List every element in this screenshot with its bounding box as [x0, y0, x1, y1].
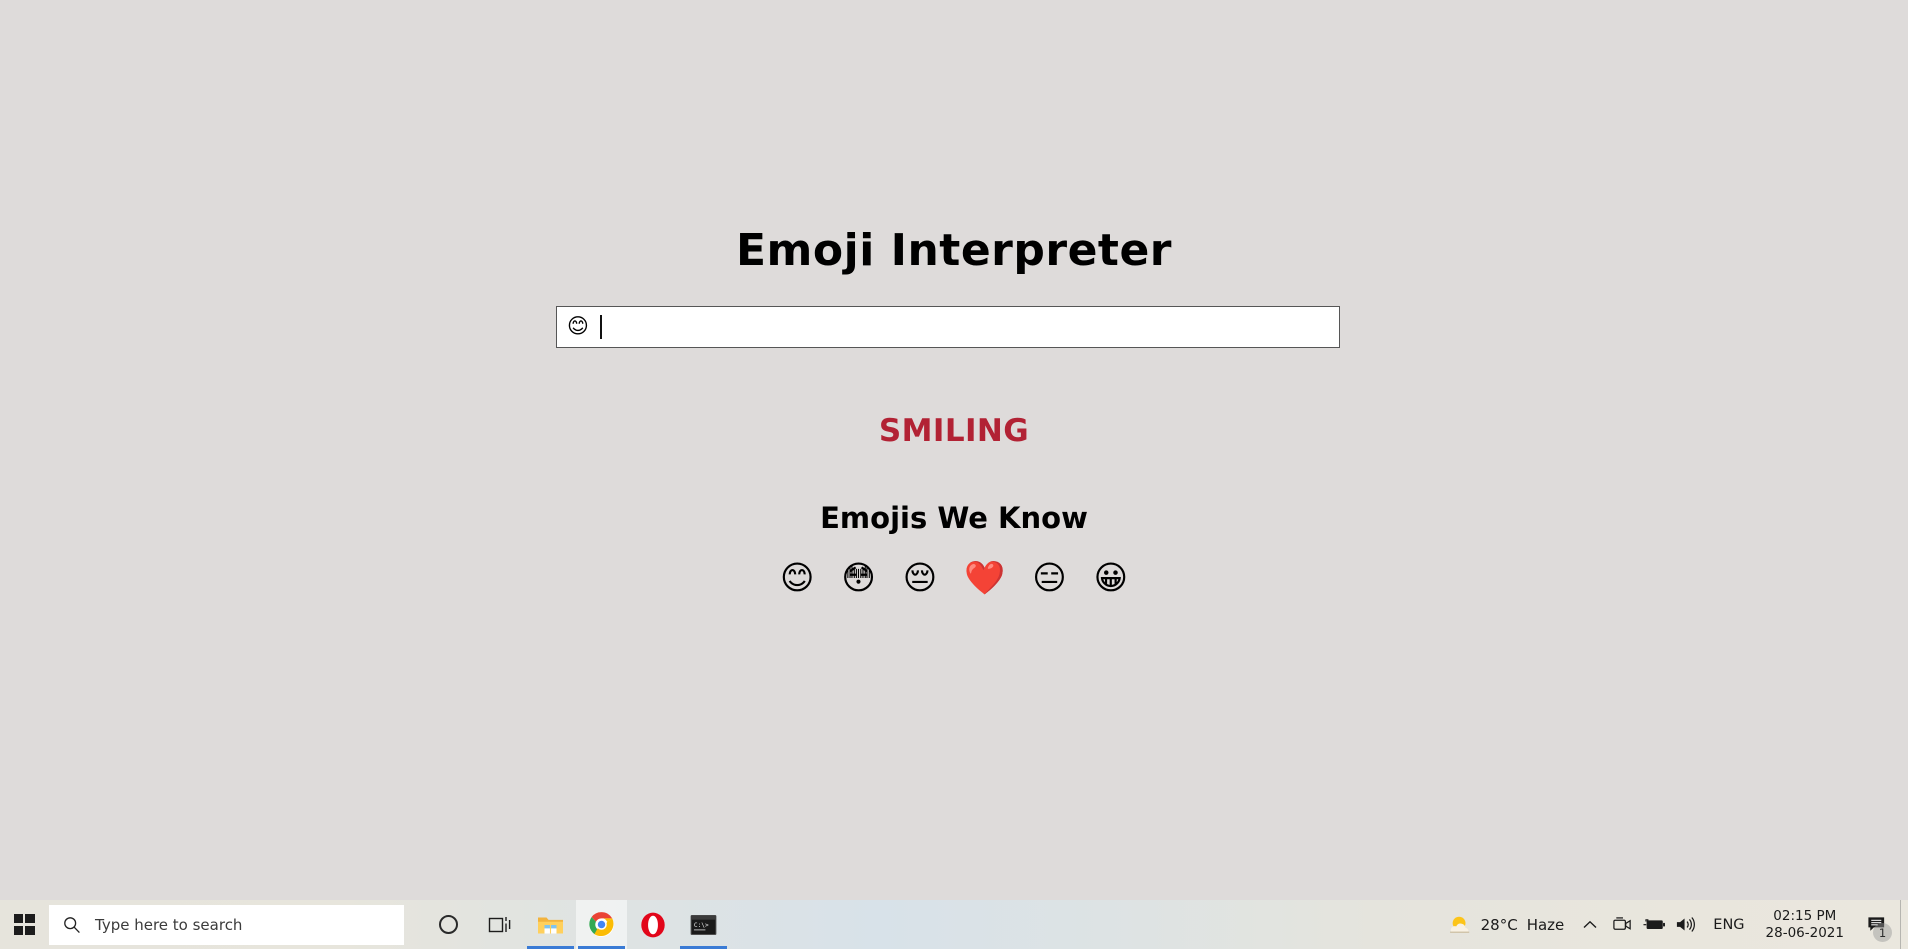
- notifications-count-badge: 1: [1873, 923, 1892, 942]
- page-title: Emoji Interpreter: [736, 225, 1172, 276]
- clock[interactable]: 02:15 PM 28-06-2021: [1756, 900, 1854, 949]
- known-emoji-flushed-face[interactable]: 😳: [841, 558, 875, 598]
- cortana-icon: [439, 915, 458, 934]
- volume-tray-button[interactable]: [1670, 900, 1702, 949]
- text-cursor: [600, 315, 602, 339]
- clock-date: 28-06-2021: [1765, 924, 1844, 941]
- file-explorer-icon: [538, 917, 563, 934]
- search-icon: [49, 916, 95, 934]
- webcam-tray-button[interactable]: [1606, 900, 1638, 949]
- show-hidden-icons-button[interactable]: [1574, 900, 1606, 949]
- taskbar-search-box[interactable]: Type here to search: [49, 904, 404, 945]
- weather-widget[interactable]: 28°C Haze: [1442, 900, 1575, 949]
- language-indicator[interactable]: ENG: [1702, 900, 1755, 949]
- windows-taskbar: Type here to search C:\> 28°C Haze ENG 0…: [0, 900, 1908, 949]
- windows-logo-icon: [13, 914, 35, 935]
- opera-button[interactable]: [627, 900, 678, 949]
- command-prompt-icon: C:\>: [690, 914, 717, 935]
- known-emojis-list: 😊 😳 😔 ❤️ 😑 😀: [0, 558, 1908, 598]
- chevron-up-icon: [1583, 920, 1597, 928]
- cortana-button[interactable]: [423, 900, 474, 949]
- webcam-icon: [1613, 917, 1631, 930]
- file-explorer-button[interactable]: [525, 900, 576, 949]
- battery-tray-button[interactable]: [1638, 900, 1670, 949]
- system-tray: 28°C Haze ENG 02:15 PM 28-06-2021 1: [1442, 900, 1908, 949]
- google-chrome-icon: [589, 912, 614, 937]
- emoji-input-value: 😊: [567, 314, 589, 338]
- known-emoji-grinning-face[interactable]: 😀: [1094, 558, 1128, 598]
- notifications-button[interactable]: 1: [1854, 900, 1900, 949]
- battery-charging-icon: [1643, 919, 1666, 930]
- known-emoji-expressionless-face[interactable]: 😑: [1032, 558, 1066, 598]
- task-view-icon: [488, 916, 510, 932]
- google-chrome-button[interactable]: [576, 900, 627, 949]
- svg-text:C:\>: C:\>: [694, 921, 709, 928]
- clock-time: 02:15 PM: [1773, 907, 1837, 924]
- command-prompt-button[interactable]: C:\>: [678, 900, 729, 949]
- task-view-button[interactable]: [474, 900, 525, 949]
- emoji-meaning-result: SMILING: [878, 413, 1030, 449]
- known-emoji-pensive-face[interactable]: 😔: [903, 558, 937, 598]
- start-button[interactable]: [0, 900, 48, 949]
- search-placeholder-text: Type here to search: [95, 915, 243, 934]
- known-emoji-smiling-face-with-smiling-eyes[interactable]: 😊: [780, 558, 814, 598]
- weather-condition: Haze: [1526, 915, 1565, 934]
- sun-behind-cloud-icon: [1449, 916, 1469, 933]
- show-desktop-button[interactable]: [1900, 900, 1908, 949]
- known-emoji-red-heart[interactable]: ❤️: [964, 558, 1005, 598]
- taskbar-app-buttons: C:\>: [423, 900, 729, 949]
- known-emojis-heading: Emojis We Know: [820, 501, 1088, 535]
- opera-icon: [640, 912, 665, 937]
- emoji-input[interactable]: [556, 306, 1340, 348]
- emoji-input-container: 😊: [556, 306, 1340, 348]
- browser-page-content: Emoji Interpreter 😊 SMILING Emojis We Kn…: [0, 0, 1908, 900]
- speaker-icon: [1677, 917, 1696, 932]
- weather-temperature: 28°C: [1480, 915, 1518, 934]
